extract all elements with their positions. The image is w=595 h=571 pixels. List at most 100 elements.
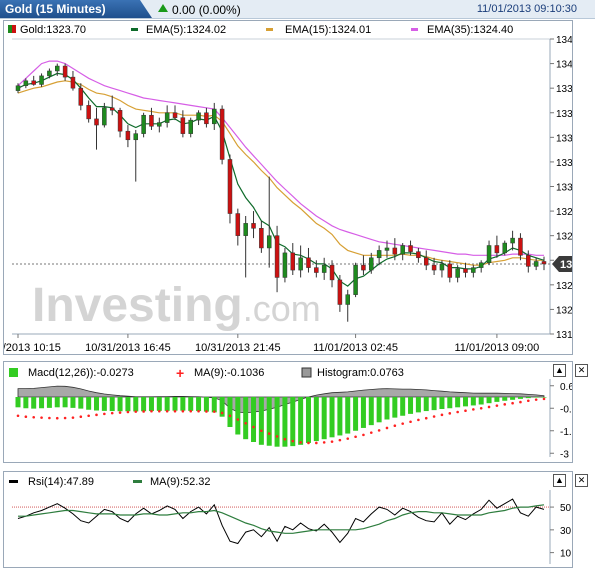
- macd-bar: [203, 397, 209, 412]
- candle-up: [321, 264, 327, 273]
- macd-bar: [376, 397, 382, 423]
- macd-ma-point: [456, 410, 459, 414]
- macd-bar: [46, 397, 52, 408]
- macd-ma-point: [417, 418, 420, 422]
- macd-bar: [408, 397, 414, 414]
- macd-ma-point: [197, 409, 200, 413]
- macd-ma-point: [212, 410, 216, 413]
- price-change: 0.00 (0.00%): [172, 3, 241, 17]
- last-price-label: 1323.70: [560, 259, 572, 271]
- gold-legend-swatch-up: [8, 25, 12, 33]
- candle-up: [164, 112, 170, 123]
- candle-down: [251, 223, 256, 229]
- rsi-panel: Rsi(14):47.89 MA(9):52.32 50 30 10 ▲: [3, 471, 573, 568]
- candle-down: [306, 257, 311, 268]
- macd-panel: Macd(12,26)):-0.0273 + MA(9):-0.1036 Histog…: [3, 361, 573, 463]
- candle-up: [400, 245, 405, 255]
- macd-bar: [486, 397, 492, 404]
- macd-bar: [478, 397, 484, 405]
- macd-ma-point: [409, 420, 412, 424]
- macd-close-button[interactable]: ✕: [575, 364, 588, 377]
- macd-legend-swatch: [9, 368, 18, 377]
- macd-ma-point: [40, 416, 43, 419]
- candle-down: [117, 110, 123, 132]
- macd-bar: [180, 397, 186, 411]
- macd-ma-point: [118, 411, 122, 414]
- macd-ma-point: [377, 429, 381, 432]
- macd-bar: [188, 397, 194, 411]
- macd-bar: [211, 397, 217, 413]
- macd-ma-point: [464, 409, 467, 412]
- macd-ma-point: [495, 404, 499, 407]
- macd-ma-point: [71, 416, 75, 419]
- candle-down: [423, 257, 429, 266]
- macd-bar: [392, 397, 398, 418]
- macd-ma-point: [307, 441, 310, 445]
- macd-ma-point: [220, 411, 224, 415]
- rsi-close-button[interactable]: ✕: [575, 474, 588, 487]
- y-tick-label: 1340.00: [556, 60, 572, 71]
- macd-ma-point: [322, 441, 326, 444]
- candle-up: [282, 252, 288, 278]
- macd-bar: [305, 397, 311, 443]
- ema35-line: [17, 60, 544, 256]
- macd-bar: [156, 397, 162, 411]
- macd-bar: [510, 397, 516, 400]
- macd-bar: [462, 397, 468, 407]
- candle-up: [298, 257, 303, 271]
- macd-bar: [345, 397, 351, 434]
- macd-ma-point: [448, 412, 452, 415]
- macd-bar: [101, 397, 107, 411]
- macd-bar: [258, 397, 264, 445]
- gold-legend-label: Gold:1323.70: [20, 24, 86, 36]
- macd-ma-point: [330, 440, 334, 443]
- macd-collapse-icon[interactable]: ▲: [553, 364, 566, 377]
- candle-down: [518, 237, 523, 256]
- macd-bar: [172, 397, 178, 411]
- macd-ma-point: [354, 435, 357, 439]
- candle-down: [314, 267, 319, 273]
- macd-ma-point: [283, 437, 287, 441]
- macd-ma-point: [158, 409, 161, 413]
- macd-bar: [78, 397, 84, 409]
- macd-ma-point: [244, 421, 247, 425]
- macd-ma-legend-label: MA(9):-0.1036: [194, 367, 264, 379]
- macd-chart[interactable]: Macd(12,26)):-0.0273 + MA(9):-0.1036 Histog…: [4, 362, 572, 462]
- macd-ma-point: [503, 403, 507, 406]
- price-chart-panel: Gold:1323.70 EMA(5):1324.02 EMA(15):1324.0…: [3, 20, 573, 355]
- candle-up: [196, 112, 201, 121]
- candle-down: [463, 268, 468, 273]
- candle-up: [141, 114, 146, 134]
- ma-legend-plus: +: [176, 365, 184, 381]
- macd-ma-point: [362, 433, 365, 437]
- candle-down: [219, 108, 225, 160]
- macd-ma-point: [526, 399, 530, 403]
- last-update-time: 11/01/2013 09:10:30: [476, 3, 577, 15]
- macd-ma-point: [189, 409, 193, 413]
- y-tick-label: 1330.00: [556, 183, 572, 194]
- macd-ma-point: [95, 413, 98, 417]
- macd-ma-point: [150, 409, 153, 413]
- histogram-legend-swatch: [301, 367, 312, 378]
- candle-up: [212, 108, 217, 125]
- instrument-title-tab[interactable]: Gold (15 Minutes): [0, 0, 152, 18]
- candle-up: [471, 267, 476, 273]
- ema15-legend-label: EMA(15):1324.01: [285, 24, 371, 36]
- rsi-chart[interactable]: Rsi(14):47.89 MA(9):52.32 50 30 10: [4, 472, 572, 567]
- rsi-y-tick-label: 50: [560, 503, 572, 514]
- candle-up: [439, 263, 445, 271]
- rsi-collapse-icon[interactable]: ▲: [553, 474, 566, 487]
- candle-up: [55, 65, 60, 72]
- candle-down: [447, 263, 453, 278]
- candle-up: [345, 294, 350, 305]
- y-tick-label: 1320.00: [556, 305, 572, 316]
- macd-ma-point: [142, 410, 145, 413]
- candle-down: [94, 118, 99, 126]
- macd-legend-label: Macd(12,26)):-0.0273: [28, 367, 134, 379]
- price-chart[interactable]: Gold:1323.70 EMA(5):1324.02 EMA(15):1324.0…: [4, 21, 572, 354]
- y-tick-label: 1342.00: [556, 35, 572, 46]
- macd-ma-point: [511, 401, 514, 405]
- candle-up: [15, 85, 21, 91]
- macd-bar: [117, 397, 123, 412]
- macd-ma-point: [479, 406, 483, 410]
